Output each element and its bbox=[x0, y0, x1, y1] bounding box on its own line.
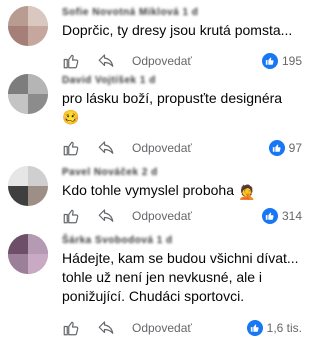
comment-text: Doprčic, ty dresy jsou krutá pomsta... bbox=[62, 21, 302, 40]
comment-text: Hádejte, kam se budou všichni dívat... t… bbox=[62, 249, 302, 306]
comment-text: pro lásku boží, propusťte designéra 🥴 bbox=[62, 89, 302, 127]
reply-icon[interactable] bbox=[96, 207, 116, 225]
reaction-count[interactable]: 314 bbox=[261, 208, 302, 224]
reply-icon[interactable] bbox=[96, 319, 116, 337]
reply-button[interactable]: Odpovedať bbox=[132, 141, 192, 155]
comment-text-content: Doprčic, ty dresy jsou krutá pomsta... bbox=[62, 22, 293, 38]
avatar[interactable] bbox=[8, 166, 48, 206]
like-count: 97 bbox=[288, 141, 302, 155]
reply-icon[interactable] bbox=[96, 52, 116, 70]
comment-author[interactable]: David Vojtíšek 1 d bbox=[62, 74, 302, 88]
reply-button[interactable]: Odpovedať bbox=[132, 209, 192, 223]
like-reaction-icon bbox=[261, 53, 278, 69]
thumbs-up-icon[interactable] bbox=[62, 207, 80, 225]
like-reaction-icon bbox=[246, 320, 263, 336]
comment-actions: Odpovedať 195 bbox=[62, 51, 302, 71]
reply-button[interactable]: Odpovedať bbox=[132, 54, 192, 68]
like-count: 195 bbox=[281, 54, 302, 68]
avatar[interactable] bbox=[8, 74, 48, 114]
comment-author[interactable]: Sofie Novotná Miklová 1 d bbox=[62, 6, 302, 20]
woozy-face-emoji: 🥴 bbox=[62, 109, 80, 125]
comment-actions: Odpovedať 314 bbox=[62, 206, 302, 226]
comment-author[interactable]: Šárka Svobodová 1 d bbox=[62, 234, 302, 248]
facepalm-emoji: 🤦 bbox=[238, 184, 256, 200]
comment-author[interactable]: Pavel Nováček 2 d bbox=[62, 166, 302, 180]
reaction-count[interactable]: 97 bbox=[268, 140, 302, 156]
reaction-count[interactable]: 1,6 tis. bbox=[246, 320, 302, 336]
thumbs-up-icon[interactable] bbox=[62, 139, 80, 157]
reply-icon[interactable] bbox=[96, 139, 116, 157]
like-reaction-icon bbox=[261, 208, 278, 224]
reaction-count[interactable]: 195 bbox=[261, 53, 302, 69]
comment-text-content: Kdo tohle vymyslel proboha bbox=[62, 182, 234, 198]
thumbs-up-icon[interactable] bbox=[62, 319, 80, 337]
comment-actions: Odpovedať 97 bbox=[62, 138, 302, 158]
comment-feed: Sofie Novotná Miklová 1 d Doprčic, ty dr… bbox=[0, 0, 308, 356]
like-count: 1,6 tis. bbox=[266, 321, 302, 335]
comment-text-content: pro lásku boží, propusťte designéra bbox=[62, 90, 283, 106]
avatar[interactable] bbox=[8, 234, 48, 274]
like-reaction-icon bbox=[268, 140, 285, 156]
comment-text: Kdo tohle vymyslel proboha 🤦 bbox=[62, 181, 302, 202]
comment-text-content: Hádejte, kam se budou všichni dívat... t… bbox=[62, 250, 299, 304]
like-count: 314 bbox=[281, 209, 302, 223]
avatar[interactable] bbox=[8, 6, 48, 46]
thumbs-up-icon[interactable] bbox=[62, 52, 80, 70]
reply-button[interactable]: Odpovedať bbox=[132, 321, 192, 335]
comment-actions: Odpovedať 1,6 tis. bbox=[62, 318, 302, 338]
